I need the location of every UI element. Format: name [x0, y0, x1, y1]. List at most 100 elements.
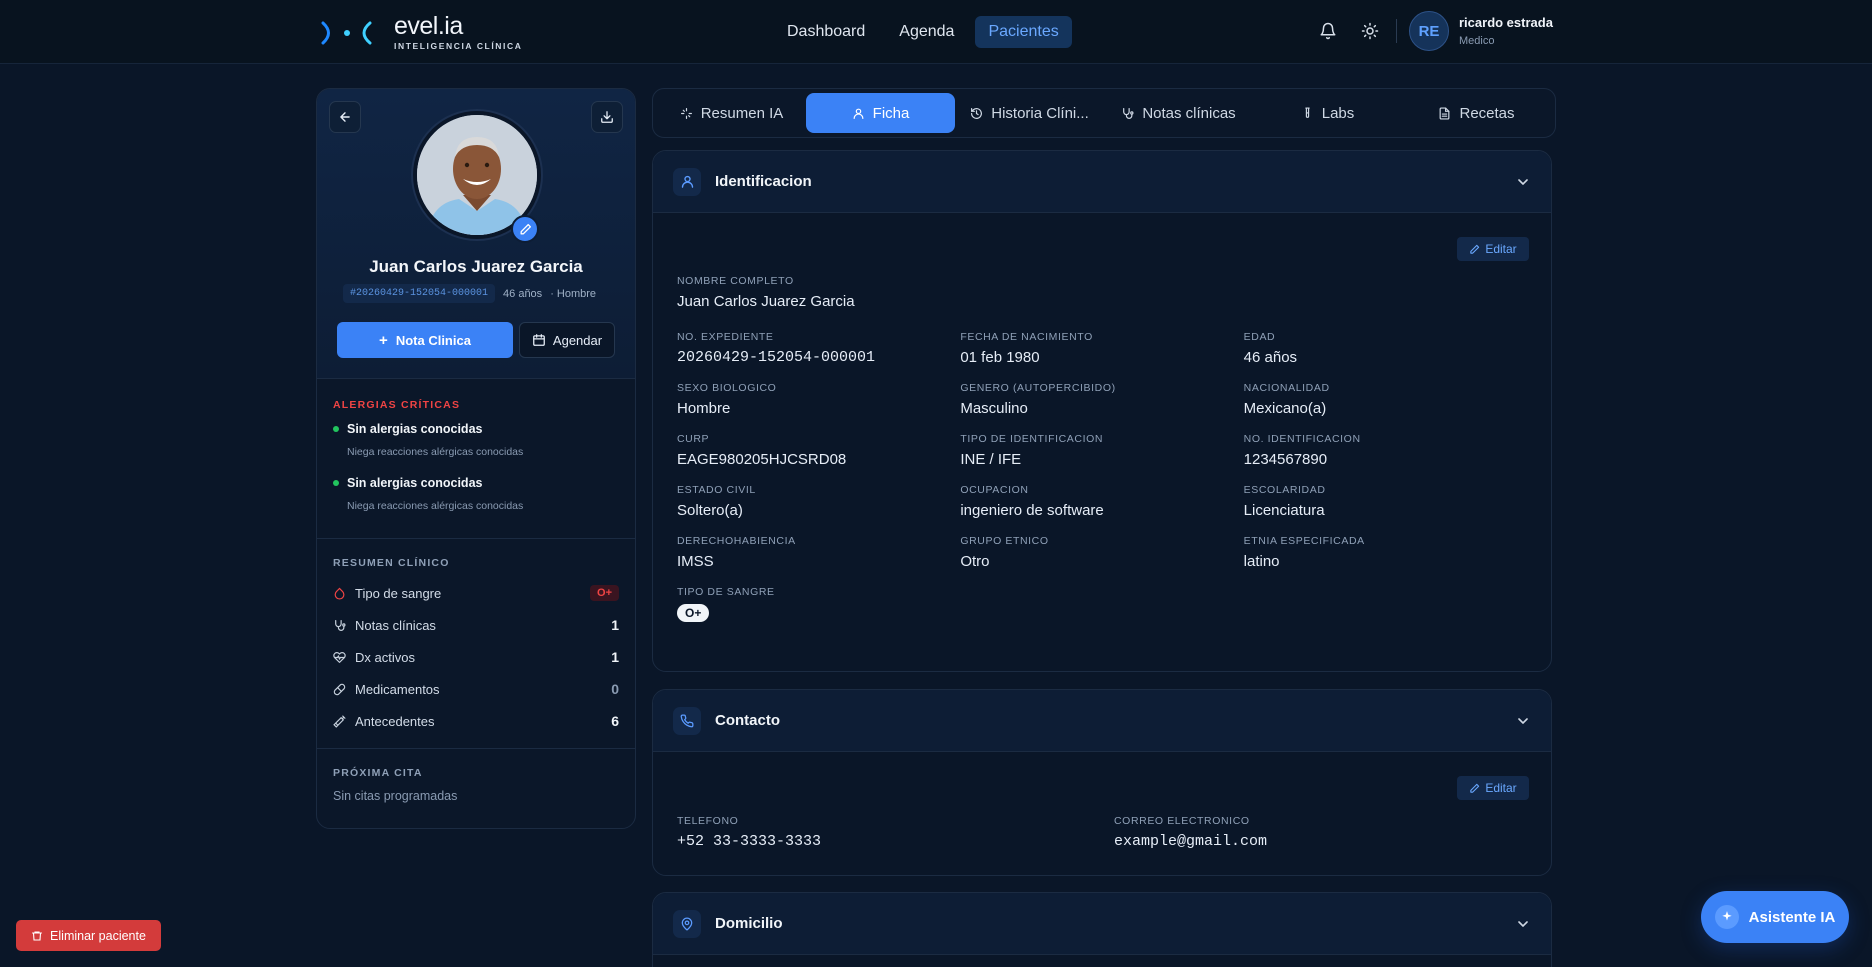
schedule-label: Agendar: [552, 332, 603, 348]
tab-label: Notas clínicas: [1142, 104, 1236, 122]
delete-patient-label: Eliminar paciente: [50, 928, 146, 943]
field-ethnicity: ETNIA ESPECIFICADA latino: [1244, 535, 1527, 570]
tab-notas-clinicas[interactable]: Notas clínicas: [1104, 93, 1253, 133]
field-biological-sex: SEXO BIOLOGICO Hombre: [677, 382, 960, 417]
field-full-name: NOMBRE COMPLETO Juan Carlos Juarez Garci…: [677, 275, 855, 310]
field-label: CURP: [677, 433, 710, 445]
edit-contact-button[interactable]: Editar: [1457, 776, 1529, 800]
field-id-type: TIPO DE IDENTIFICACION INE / IFE: [960, 433, 1243, 468]
brand-logo[interactable]: evel.ia INTELIGENCIA CLÍNICA: [320, 14, 523, 51]
clinical-summary-title: RESUMEN CLÍNICO: [333, 557, 450, 569]
user-avatar[interactable]: RE: [1409, 11, 1449, 51]
field-occupation: OCUPACION ingeniero de software: [960, 484, 1243, 519]
field-value: EAGE980205HJCSRD08: [677, 451, 847, 468]
allergy-note: Niega reacciones alérgicas conocidas: [347, 500, 524, 512]
address-title: Domicilio: [715, 915, 783, 932]
field-value: IMSS: [677, 553, 714, 570]
stat-row-active-dx[interactable]: Dx activos 1: [333, 641, 619, 673]
field-curp: CURP EAGE980205HJCSRD08: [677, 433, 960, 468]
field-label: TIPO DE SANGRE: [677, 586, 775, 598]
notifications-button[interactable]: [1312, 15, 1344, 47]
tab-ficha[interactable]: Ficha: [806, 93, 955, 133]
field-value: 20260429-152054-000001: [677, 349, 876, 366]
chevron-down-icon: [1518, 920, 1528, 927]
download-button[interactable]: [591, 101, 623, 133]
schedule-button[interactable]: Agendar: [519, 322, 615, 358]
field-label: ESTADO CIVIL: [677, 484, 756, 496]
stat-value: 0: [611, 681, 619, 697]
delete-patient-button[interactable]: Eliminar paciente: [16, 920, 161, 951]
identification-title: Identificacion: [715, 173, 812, 190]
next-appointment-value: Sin citas programadas: [333, 789, 458, 803]
top-bar: evel.ia INTELIGENCIA CLÍNICA Dashboard A…: [0, 0, 1872, 64]
sparkles-icon: [1714, 905, 1739, 929]
tab-recetas[interactable]: Recetas: [1402, 93, 1551, 133]
tab-historia-clinica[interactable]: Historia Clíni...: [955, 93, 1104, 133]
field-age: EDAD 46 años: [1244, 331, 1527, 366]
status-dot-icon: [333, 480, 339, 486]
test-tube-icon: [1305, 106, 1310, 118]
address-header[interactable]: Domicilio: [653, 893, 1551, 955]
user-role: Medico: [1459, 35, 1495, 47]
clinical-summary-section: RESUMEN CLÍNICO Tipo de sangre O+ Notas …: [317, 539, 635, 749]
field-blood-type: TIPO DE SANGRE O+: [677, 586, 960, 622]
blood-type-badge: O+: [590, 585, 619, 601]
allergy-item: Sin alergias conocidas Niega reacciones …: [333, 476, 619, 512]
contact-header[interactable]: Contacto: [653, 690, 1551, 752]
field-label: ESCOLARIDAD: [1243, 484, 1326, 496]
pencil-icon: [1470, 783, 1480, 793]
nav-dashboard[interactable]: Dashboard: [774, 16, 878, 48]
field-value: example@gmail.com: [1114, 833, 1268, 850]
stat-row-history[interactable]: Antecedentes 6: [333, 705, 619, 737]
field-label: TELEFONO: [677, 815, 739, 827]
pill-icon: [333, 683, 346, 695]
trash-icon: [31, 930, 43, 941]
blood-type-row: Tipo de sangre O+: [333, 577, 619, 609]
nav-pacientes[interactable]: Pacientes: [975, 16, 1072, 48]
divider: [1396, 19, 1397, 43]
ai-assistant-button[interactable]: Asistente IA: [1701, 891, 1849, 943]
stat-row-medications[interactable]: Medicamentos 0: [333, 673, 619, 705]
chevron-down-icon: [1518, 717, 1528, 724]
field-email: CORREO ELECTRONICO example@gmail.com: [1114, 815, 1267, 850]
theme-toggle-button[interactable]: [1354, 15, 1386, 47]
field-label: NO. EXPEDIENTE: [677, 331, 774, 343]
tab-resumen-ia[interactable]: Resumen IA: [657, 93, 806, 133]
history-icon: [971, 107, 983, 119]
identification-grid: NO. EXPEDIENTE 20260429-152054-000001 FEC…: [677, 331, 1527, 622]
tab-labs[interactable]: Labs: [1253, 93, 1402, 133]
back-button[interactable]: [329, 101, 361, 133]
field-label: CORREO ELECTRONICO: [1114, 815, 1250, 827]
field-label: GRUPO ETNICO: [960, 535, 1049, 547]
tab-label: Labs: [1321, 104, 1355, 122]
field-label: NO. IDENTIFICACION: [1243, 433, 1361, 445]
field-gender: GENERO (AUTOPERCIBIDO) Masculino: [960, 382, 1243, 417]
droplet-icon: [334, 587, 345, 600]
status-dot-icon: [333, 426, 339, 432]
next-appointment-title: PRÓXIMA CITA: [333, 767, 423, 779]
identification-header[interactable]: Identificacion: [653, 151, 1551, 213]
stat-value: 1: [611, 617, 619, 633]
heart-pulse-icon: [333, 651, 346, 663]
user-menu[interactable]: ricardo estrada Medico: [1459, 15, 1553, 47]
field-value: Masculino: [960, 400, 1028, 417]
field-ethnic-group: GRUPO ETNICO Otro: [960, 535, 1243, 570]
field-nationality: NACIONALIDAD Mexicano(a): [1244, 382, 1527, 417]
sparkle-icon: [680, 107, 692, 119]
contact-card: Contacto Editar TELEFONO +52 33-3333-333…: [652, 689, 1552, 876]
address-card: Domicilio: [652, 892, 1552, 967]
field-birth-date: FECHA DE NACIMIENTO 01 feb 1980: [960, 331, 1243, 366]
edit-photo-button[interactable]: [511, 215, 539, 243]
stethoscope-icon: [335, 619, 346, 631]
stat-row-clinical-notes[interactable]: Notas clínicas 1: [333, 609, 619, 641]
new-clinical-note-button[interactable]: + Nota Clinica: [337, 322, 513, 358]
contact-title: Contacto: [715, 712, 780, 729]
nav-agenda[interactable]: Agenda: [886, 16, 967, 48]
edit-identification-button[interactable]: Editar: [1457, 237, 1529, 261]
user-icon: [853, 108, 864, 119]
plus-icon: +: [379, 331, 388, 349]
tab-label: Recetas: [1459, 104, 1515, 122]
field-marital-status: ESTADO CIVIL Soltero(a): [677, 484, 960, 519]
pencil-icon: [1470, 244, 1480, 254]
field-value: latino: [1243, 553, 1280, 570]
